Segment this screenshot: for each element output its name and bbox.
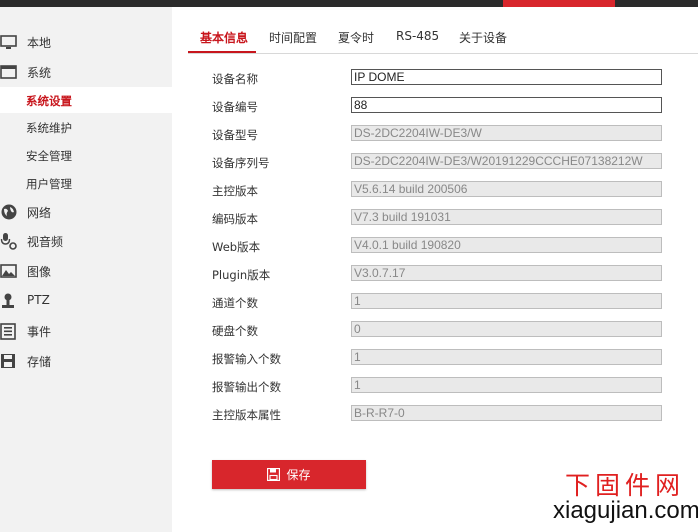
save-button-label: 保存 bbox=[286, 468, 311, 482]
alarm-input-count-field: 1 bbox=[351, 349, 662, 365]
device-model-label: 设备型号 bbox=[212, 128, 258, 142]
sidebar-item-ptz[interactable]: PTZ bbox=[0, 288, 172, 314]
sidebar-subitem-label: 系统维护 bbox=[26, 121, 72, 135]
serial-number-field: DS-2DC2204IW-DE3/W20191229CCCHE07138212W bbox=[351, 153, 662, 169]
sidebar-item-label: 事件 bbox=[27, 325, 52, 339]
firmware-version-field: V5.6.14 build 200506 bbox=[351, 181, 662, 197]
device-model-field: DS-2DC2204IW-DE3/W bbox=[351, 125, 662, 141]
image-icon bbox=[0, 264, 17, 278]
sidebar-subitem-system-settings[interactable]: 系统设置 bbox=[0, 87, 172, 113]
tab-rs485[interactable]: RS-485 bbox=[396, 29, 439, 43]
tab-dst[interactable]: 夏令时 bbox=[338, 29, 374, 46]
firmware-property-field: B-R-R7-0 bbox=[351, 405, 662, 421]
alarm-output-count-label: 报警输出个数 bbox=[212, 380, 281, 394]
storage-floppy-icon bbox=[1, 354, 15, 368]
watermark-url-text: xiagujian.com bbox=[553, 497, 698, 524]
alarm-input-count-label: 报警输入个数 bbox=[212, 352, 281, 366]
firmware-property-label: 主控版本属性 bbox=[212, 408, 281, 422]
tab-time-settings[interactable]: 时间配置 bbox=[269, 29, 317, 46]
sidebar-item-label: 图像 bbox=[27, 265, 52, 279]
device-name-input[interactable] bbox=[351, 69, 662, 85]
hdd-count-label: 硬盘个数 bbox=[212, 324, 258, 338]
device-name-label: 设备名称 bbox=[212, 72, 258, 86]
plugin-version-label: Plugin版本 bbox=[212, 268, 271, 282]
sidebar-item-label: 网络 bbox=[27, 206, 52, 220]
sidebar-item-audio-video[interactable]: 视音频 bbox=[0, 228, 172, 254]
tab-about-device[interactable]: 关于设备 bbox=[459, 29, 507, 46]
tab-active-underline bbox=[188, 51, 256, 53]
event-list-icon bbox=[0, 323, 16, 340]
system-window-icon bbox=[0, 65, 17, 79]
serial-number-label: 设备序列号 bbox=[212, 156, 270, 170]
save-button[interactable]: 保存 bbox=[212, 460, 366, 489]
device-number-label: 设备编号 bbox=[212, 100, 258, 114]
sidebar-item-system[interactable]: 系统 bbox=[0, 59, 172, 85]
sidebar-subitem-system-maintenance[interactable]: 系统维护 bbox=[0, 114, 172, 140]
plugin-version-field: V3.0.7.17 bbox=[351, 265, 662, 281]
save-floppy-icon bbox=[267, 468, 281, 481]
tab-basic-info[interactable]: 基本信息 bbox=[200, 29, 248, 46]
sidebar-item-label: 视音频 bbox=[27, 235, 64, 249]
device-number-input[interactable] bbox=[351, 97, 662, 113]
encoding-version-field: V7.3 build 191031 bbox=[351, 209, 662, 225]
sidebar-item-label: 存储 bbox=[27, 355, 52, 369]
hdd-count-field: 0 bbox=[351, 321, 662, 337]
sidebar-item-label: 本地 bbox=[27, 36, 52, 50]
sidebar-item-storage[interactable]: 存储 bbox=[0, 348, 172, 374]
channel-count-label: 通道个数 bbox=[212, 296, 258, 310]
audio-video-icon bbox=[0, 233, 17, 250]
globe-icon bbox=[1, 204, 17, 220]
top-bar-active-indicator bbox=[503, 0, 615, 7]
tab-bar: 基本信息 时间配置 夏令时 RS-485 关于设备 bbox=[188, 20, 698, 54]
sidebar-item-local[interactable]: 本地 bbox=[0, 29, 172, 55]
sidebar-item-label: 系统 bbox=[27, 66, 52, 80]
sidebar-subitem-label: 用户管理 bbox=[26, 177, 72, 191]
monitor-icon bbox=[0, 35, 17, 49]
web-version-field: V4.0.1 build 190820 bbox=[351, 237, 662, 253]
encoding-version-label: 编码版本 bbox=[212, 212, 258, 226]
sidebar-item-image[interactable]: 图像 bbox=[0, 258, 172, 284]
alarm-output-count-field: 1 bbox=[351, 377, 662, 393]
channel-count-field: 1 bbox=[351, 293, 662, 309]
sidebar-item-label: PTZ bbox=[27, 293, 50, 307]
sidebar-subitem-label: 系统设置 bbox=[26, 94, 72, 108]
sidebar-item-network[interactable]: 网络 bbox=[0, 199, 172, 225]
sidebar-subitem-user-management[interactable]: 用户管理 bbox=[0, 170, 172, 196]
sidebar-subitem-label: 安全管理 bbox=[26, 149, 72, 163]
sidebar-subitem-security[interactable]: 安全管理 bbox=[0, 142, 172, 168]
ptz-icon bbox=[2, 293, 14, 308]
sidebar: 本地 系统 系统设置 系统维护 安全管理 用户管理 网络 视音频 图像 PTZ … bbox=[0, 7, 172, 532]
sidebar-item-event[interactable]: 事件 bbox=[0, 318, 172, 344]
web-version-label: Web版本 bbox=[212, 240, 261, 254]
firmware-version-label: 主控版本 bbox=[212, 184, 258, 198]
